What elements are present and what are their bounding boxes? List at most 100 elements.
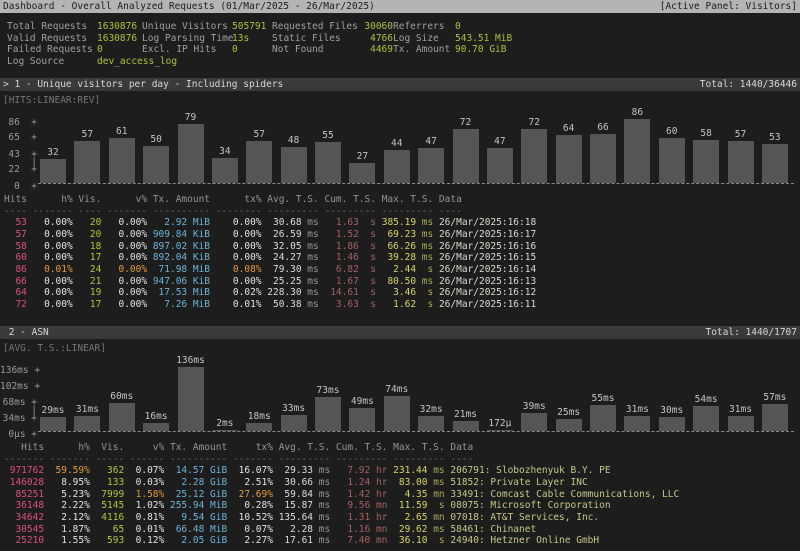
panel-total: Total: 1440/36446: [700, 78, 797, 91]
y-axis-tick: 0µs +: [0, 430, 37, 439]
bar-value-label: 47: [494, 137, 505, 147]
bar-value-label: 60ms: [110, 392, 133, 402]
table-row[interactable]: 34642 2.12% 4116 0.81% 9.54 GiB 10.52% 1…: [4, 512, 800, 524]
app-title: Dashboard - Overall Analyzed Requests (0…: [3, 0, 375, 13]
summary-value: 1630876: [97, 21, 142, 33]
bar: [178, 367, 204, 431]
chart-bar-group: 57: [246, 130, 272, 183]
table-row[interactable]: 146028 8.95% 133 0.03% 2.28 GiB 2.51% 30…: [4, 477, 800, 489]
chart-bar-group: 29ms: [40, 406, 66, 431]
bar-value-label: 72: [529, 118, 540, 128]
bar: [762, 404, 788, 431]
bar-value-label: 53: [769, 133, 780, 143]
goaccess-dashboard: Dashboard - Overall Analyzed Requests (0…: [0, 0, 800, 551]
chart-bar-group: 61: [109, 127, 135, 183]
bar: [212, 158, 238, 183]
chart-bar-group: 73ms: [315, 386, 341, 431]
bar-value-label: 33ms: [282, 404, 305, 414]
bar: [143, 423, 169, 431]
chart-plot: 29ms31ms60ms16ms136ms2ms18ms33ms73ms49ms…: [0, 354, 800, 432]
bar: [659, 138, 685, 183]
table-row[interactable]: 58 0.00% 18 0.00% 897.02 KiB 0.00% 32.05…: [4, 241, 800, 253]
chart-plot: 3257615079345748552744477247726466866058…: [0, 106, 800, 184]
bar-value-label: 29ms: [42, 406, 65, 416]
bar-value-label: 86: [632, 108, 643, 118]
summary-value: 4766: [358, 33, 393, 45]
chart-bar-group: 53: [762, 133, 788, 183]
bar: [453, 129, 479, 183]
bar-value-label: 27: [357, 152, 368, 162]
chart-bar-group: 48: [281, 136, 307, 183]
bar: [659, 417, 685, 431]
panel-title: 2 - ASN: [3, 326, 49, 339]
chart-bar-group: 31ms: [624, 405, 650, 431]
chart-bar-group: 32: [40, 148, 66, 183]
bar: [487, 148, 513, 183]
chart-bar-group: 32ms: [418, 405, 444, 431]
bar: [693, 406, 719, 431]
table-row[interactable]: 60 0.00% 17 0.00% 892.04 KiB 0.00% 24.27…: [4, 252, 800, 264]
summary-label: [272, 56, 358, 68]
summary-value: 1630876: [97, 33, 142, 45]
table-row[interactable]: 66 0.00% 21 0.00% 947.06 KiB 0.00% 25.25…: [4, 276, 800, 288]
table-row[interactable]: 25210 1.55% 593 0.12% 2.05 GiB 2.27% 17.…: [4, 535, 800, 547]
table-row[interactable]: 53 0.00% 20 0.00% 2.92 MiB 0.00% 30.68 m…: [4, 217, 800, 229]
summary-value: 0: [97, 44, 142, 56]
summary-label: Unique Visitors: [142, 21, 232, 33]
summary-label: Log Source: [7, 56, 97, 68]
table-row[interactable]: 30545 1.87% 65 0.01% 66.48 MiB 0.07% 2.2…: [4, 524, 800, 536]
table-row[interactable]: 86 0.01% 24 0.00% 71.98 MiB 0.08% 79.30 …: [4, 264, 800, 276]
bar: [246, 141, 272, 183]
chart-bar-group: 136ms: [178, 356, 204, 431]
chart-bar-group: 25ms: [556, 408, 582, 431]
bar: [384, 150, 410, 183]
summary-label: Valid Requests: [7, 33, 97, 45]
bar-value-label: 55ms: [592, 394, 615, 404]
bar-value-label: 30ms: [660, 406, 683, 416]
y-axis-tick: 86 +: [0, 118, 37, 127]
summary-label: Log Size: [393, 33, 455, 45]
summary-label: Total Requests: [7, 21, 97, 33]
chart-bar-group: 27: [349, 152, 375, 183]
bar-value-label: 57ms: [763, 393, 786, 403]
active-panel-indicator: [Active Panel: Visitors]: [660, 0, 797, 13]
chart-bar-group: 18ms: [246, 412, 272, 431]
chart-bar-group: 31ms: [728, 405, 754, 431]
bar-value-label: 48: [288, 136, 299, 146]
table-row[interactable]: 971762 59.59% 362 0.07% 14.57 GiB 16.07%…: [4, 465, 800, 477]
chart-bar-group: 57ms: [762, 393, 788, 431]
chart-bar-group: 47: [418, 137, 444, 183]
panel-header[interactable]: > 1 - Unique visitors per day - Includin…: [0, 78, 800, 91]
table-row[interactable]: 57 0.00% 20 0.00% 909.84 KiB 0.00% 26.59…: [4, 229, 800, 241]
bar: [487, 430, 513, 431]
summary-value: [358, 56, 393, 68]
table-row[interactable]: 36148 2.22% 5145 1.02% 255.94 MiB 0.28% …: [4, 500, 800, 512]
panel-header[interactable]: 2 - ASN Total: 1440/1707: [0, 326, 800, 339]
y-axis-tick: 102ms +: [0, 382, 37, 391]
table-row[interactable]: 72 0.00% 17 0.00% 7.26 MiB 0.01% 50.38 m…: [4, 299, 800, 311]
bar: [556, 135, 582, 183]
summary-label: [393, 56, 455, 68]
bar: [212, 430, 238, 431]
chart-bar-group: 72: [453, 118, 479, 183]
bar-value-label: 31ms: [626, 405, 649, 415]
table-row[interactable]: 85251 5.23% 7999 1.58% 25.12 GiB 27.69% …: [4, 489, 800, 501]
summary-value: 0: [232, 44, 272, 56]
bar: [109, 403, 135, 431]
bar: [74, 141, 100, 183]
summary-value: 543.51 MiB: [455, 33, 800, 45]
summary-row: Log Sourcedev_access_log: [0, 56, 800, 68]
bar: [762, 144, 788, 183]
bar: [590, 134, 616, 183]
chart-type-label: [HITS:LINEAR:REV]: [0, 95, 800, 106]
summary-label: [142, 56, 232, 68]
bar: [74, 416, 100, 431]
bar: [349, 163, 375, 183]
summary-label: Failed Requests: [7, 44, 97, 56]
summary-row: Valid Requests1630876Log Parsing Time13s…: [0, 33, 800, 45]
table-separator: ---- ------- ---- ------- ---------- ---…: [4, 206, 800, 218]
summary-label: Referrers: [393, 21, 455, 33]
summary-value: 0: [455, 21, 800, 33]
table-row[interactable]: 64 0.00% 19 0.00% 17.53 MiB 0.02% 228.30…: [4, 287, 800, 299]
bar: [40, 159, 66, 183]
